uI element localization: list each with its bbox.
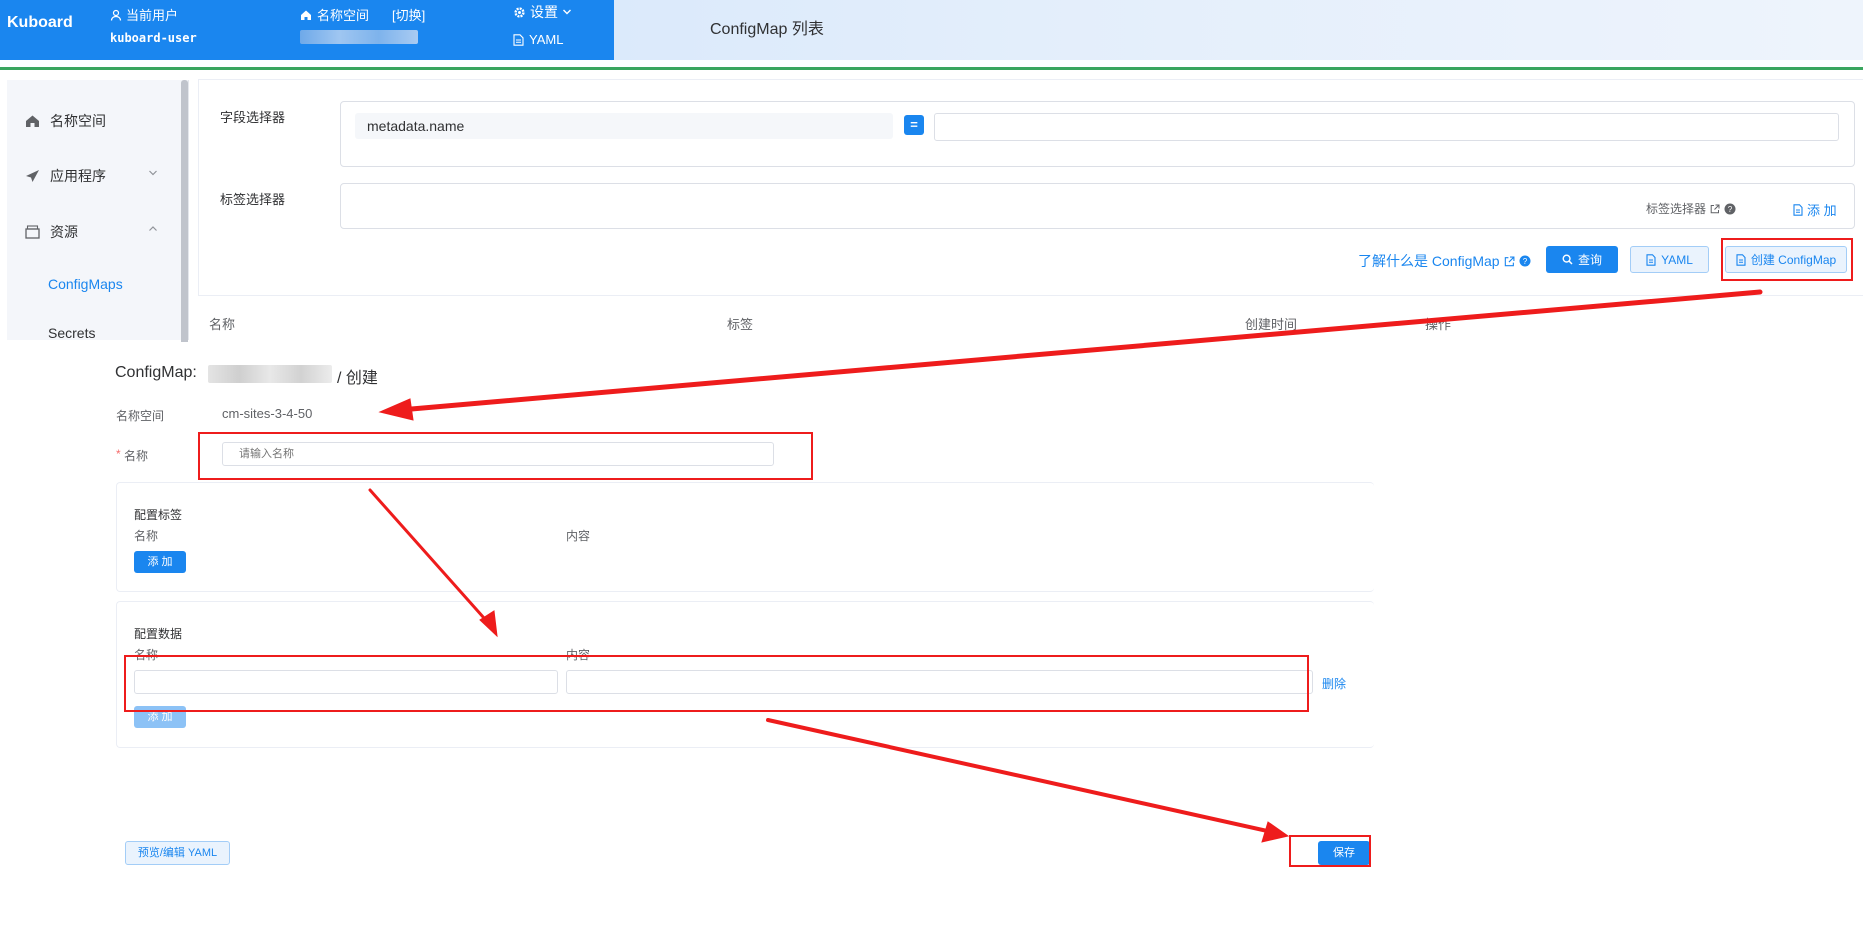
arrowhead-data-to-save: [1261, 821, 1290, 843]
arrow-create-to-form: [397, 289, 1763, 413]
arrow-name-to-data: [368, 488, 494, 629]
annotation-arrows: [368, 289, 1763, 843]
arrow-data-to-save: [766, 718, 1274, 834]
arrowhead-create-to-form: [378, 398, 414, 421]
